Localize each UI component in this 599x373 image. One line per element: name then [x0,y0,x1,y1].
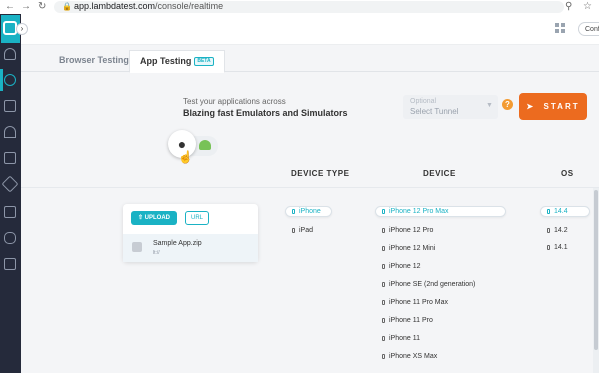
start-button[interactable]: ➤ START [519,93,587,120]
chevron-down-icon: ▼ [486,102,493,109]
sidebar-active-indicator [0,69,3,91]
url-button[interactable]: URL [185,211,209,225]
device-label: iPhone 11 [389,335,421,342]
column-device-type: DEVICE TYPE [291,169,350,178]
integrations-icon[interactable] [4,232,16,244]
device-type-label: iPhone [299,208,321,215]
device-label: iPhone 12 [389,263,421,270]
tunnel-optional-label: Optional [410,98,437,105]
phone-icon [382,227,385,233]
os-version-item[interactable]: 14.1 [547,243,568,253]
phone-icon [382,208,385,214]
uploaded-app-item[interactable] [123,234,258,262]
device-item[interactable]: iPhone 12 Pro [382,226,433,236]
phone-icon [382,317,385,323]
rocket-icon: ➤ [526,102,544,111]
url-path: /console/realtime [155,1,224,11]
device-label: iPhone 11 Pro Max [389,299,449,306]
os-version-item[interactable]: 14.2 [547,226,568,236]
column-device: DEVICE [423,169,456,178]
beta-badge: BETA [194,57,214,67]
address-text[interactable]: app.lambdatest.com/console/realtime [74,0,223,13]
device-item[interactable]: iPhone 11 [382,334,420,344]
hero-subtitle: Test your applications across [183,97,286,106]
phone-icon [382,281,385,287]
sidebar-collapse-button[interactable]: › [16,23,28,35]
column-os: OS [561,169,574,178]
hero-title: Blazing fast Emulators and Simulators [183,108,348,118]
device-type-item[interactable]: iPhone [285,206,332,217]
app-file-icon [132,242,142,252]
back-icon[interactable]: ← [5,1,15,13]
tablet-icon [292,227,295,233]
device-label: iPhone 12 Pro [389,227,434,234]
phone-icon [547,208,550,214]
search-icon[interactable]: ⚲ [565,0,572,13]
device-item[interactable]: iPhone 12 [382,262,421,272]
device-item[interactable]: iPhone 12 Mini [382,244,435,254]
device-label: iPhone SE (2nd generation) [389,281,476,288]
phone-icon [547,227,550,233]
config-button[interactable]: Confi [578,22,599,36]
tab-app-testing-label: App Testing [140,56,192,66]
header-divider [21,187,599,188]
hand-cursor-icon: ☝ [178,150,193,164]
bookmark-star-icon[interactable]: ☆ [583,0,592,13]
tab-app-testing[interactable]: App Testing BETA [129,50,225,73]
os-version-label: 14.1 [554,244,568,251]
apps-grid-icon[interactable] [555,23,565,33]
bug-icon[interactable] [4,206,16,218]
folder-icon[interactable] [4,258,16,270]
app-name: Sample App.zip [153,240,202,247]
android-icon[interactable] [199,140,211,150]
help-icon[interactable]: ? [502,99,513,110]
phone-icon [292,208,295,214]
phone-icon [547,244,550,250]
reload-icon[interactable]: ↻ [38,1,46,13]
device-label: iPhone 12 Pro Max [389,208,449,215]
phone-icon [382,353,385,359]
os-version-label: 14.2 [554,227,568,234]
device-item[interactable]: iPhone XS Max [382,352,437,362]
device-label: iPhone 11 Pro [389,317,433,324]
dashboard-icon[interactable] [4,48,16,60]
upload-icon: ⇧ [137,215,145,221]
screenshot-icon[interactable] [4,152,16,164]
device-item[interactable]: iPhone 11 Pro Max [382,298,448,308]
phone-icon [382,335,385,341]
upload-button[interactable]: ⇧ UPLOAD [131,211,177,225]
phone-icon [382,263,385,269]
device-label: iPhone 12 Mini [389,245,436,252]
automation-icon[interactable] [4,100,16,112]
device-type-label: iPad [299,227,314,234]
realtime-icon[interactable] [4,74,16,86]
sidebar [0,14,21,373]
app-header [0,14,599,45]
app-id: lt:// [153,250,160,256]
forward-icon[interactable]: → [21,1,31,13]
visual-testing-icon[interactable] [4,126,16,138]
tab-browser-testing[interactable]: Browser Testing [59,50,129,71]
device-item[interactable]: iPhone SE (2nd generation) [382,280,475,290]
lock-icon: 🔒 [62,2,72,11]
os-version-item[interactable]: 14.4 [540,206,590,217]
url-host: app.lambdatest.com [74,1,156,11]
phone-icon [382,299,385,305]
start-label: START [543,102,580,111]
phone-icon [382,245,385,251]
os-version-label: 14.4 [554,208,568,215]
tunnel-placeholder: Select Tunnel [410,107,459,116]
device-type-item[interactable]: iPad [292,226,313,236]
upload-label: UPLOAD [144,215,171,221]
device-item[interactable]: iPhone 12 Pro Max [375,206,506,217]
device-item[interactable]: iPhone 11 Pro [382,316,433,326]
logo-mark-icon [3,21,17,35]
device-label: iPhone XS Max [389,353,438,360]
scrollbar-thumb[interactable] [594,190,598,350]
